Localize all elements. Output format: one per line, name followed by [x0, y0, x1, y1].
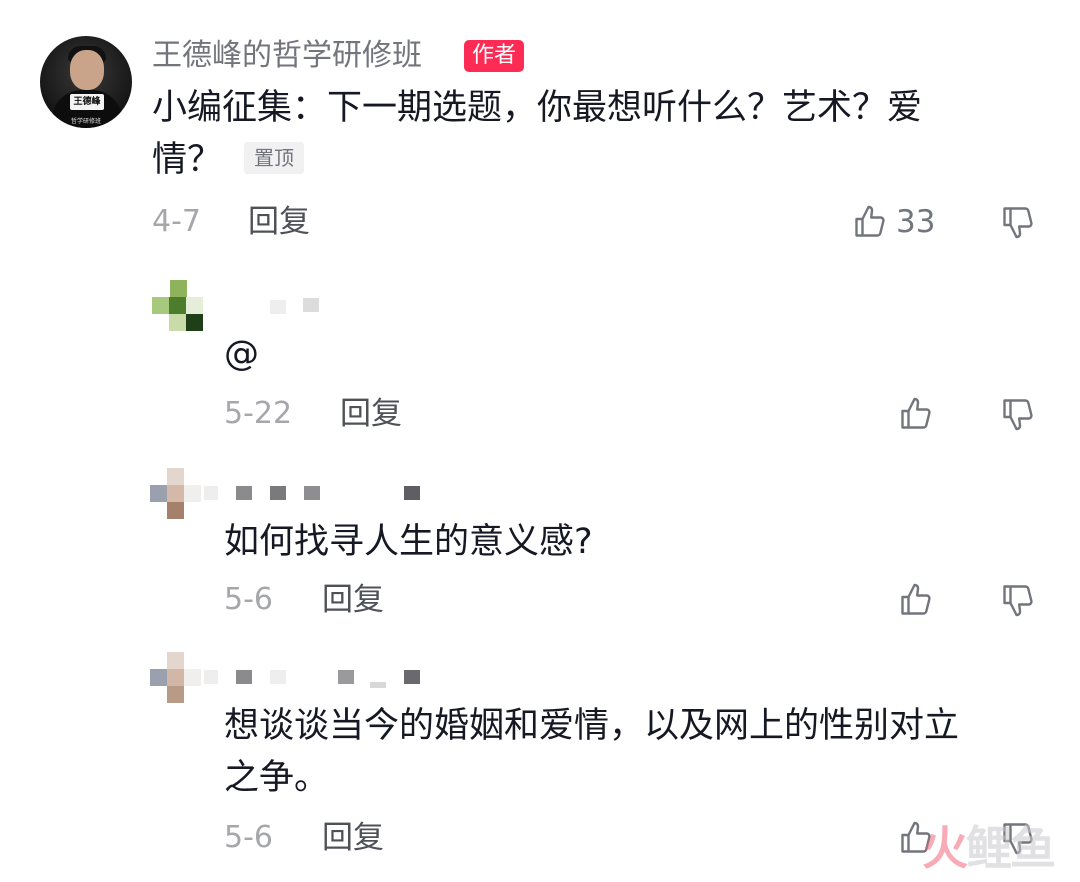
comment-date: 4-7 — [152, 204, 201, 239]
thumbs-up-icon[interactable] — [898, 582, 934, 618]
author-comment-text-line2: 情？ — [152, 140, 223, 180]
reply-text-line2: 之争。 — [224, 758, 330, 798]
watermark-logo: 火鲤鱼 — [922, 812, 1056, 878]
reply-button[interactable]: 回复 — [340, 394, 402, 434]
thumbs-down-icon[interactable] — [1000, 582, 1036, 618]
thumbs-up-icon[interactable] — [852, 204, 888, 240]
author-username[interactable]: 王德峰的哲学研修班 — [152, 36, 422, 76]
reply-date: 5-6 — [224, 582, 273, 617]
avatar-face — [70, 50, 104, 90]
reply-button[interactable]: 回复 — [248, 202, 310, 242]
reply-avatar[interactable] — [150, 468, 204, 520]
reply-text: @ — [224, 334, 259, 374]
avatar-caption: 哲学研修班 — [70, 118, 101, 125]
reply-button[interactable]: 回复 — [322, 818, 384, 858]
reply-text-line1: 想谈谈当今的婚姻和爱情，以及网上的性别对立 — [224, 706, 960, 746]
reply-button[interactable]: 回复 — [322, 580, 384, 620]
pinned-tag: 置顶 — [244, 142, 304, 174]
reply-text: 如何找寻人生的意义感? — [224, 522, 593, 562]
like-count: 33 — [896, 204, 936, 240]
reply-avatar[interactable] — [152, 280, 204, 332]
reply-date: 5-22 — [224, 396, 293, 431]
author-comment-text-line1: 小编征集：下一期选题，你最想听什么？艺术？爱 — [152, 88, 923, 128]
watermark-part1: 火 — [922, 821, 968, 875]
reply-avatar[interactable] — [150, 652, 204, 704]
thumbs-up-icon[interactable] — [898, 396, 934, 432]
thumbs-down-icon[interactable] — [1000, 396, 1036, 432]
reply-date: 5-6 — [224, 820, 273, 855]
author-avatar[interactable]: 王德峰 哲学研修班 — [40, 36, 132, 128]
author-tag: 作者 — [464, 40, 525, 72]
thumbs-down-icon[interactable] — [1000, 204, 1036, 240]
avatar-badge: 王德峰 — [70, 94, 104, 110]
watermark-part2: 鲤鱼 — [966, 821, 1056, 875]
